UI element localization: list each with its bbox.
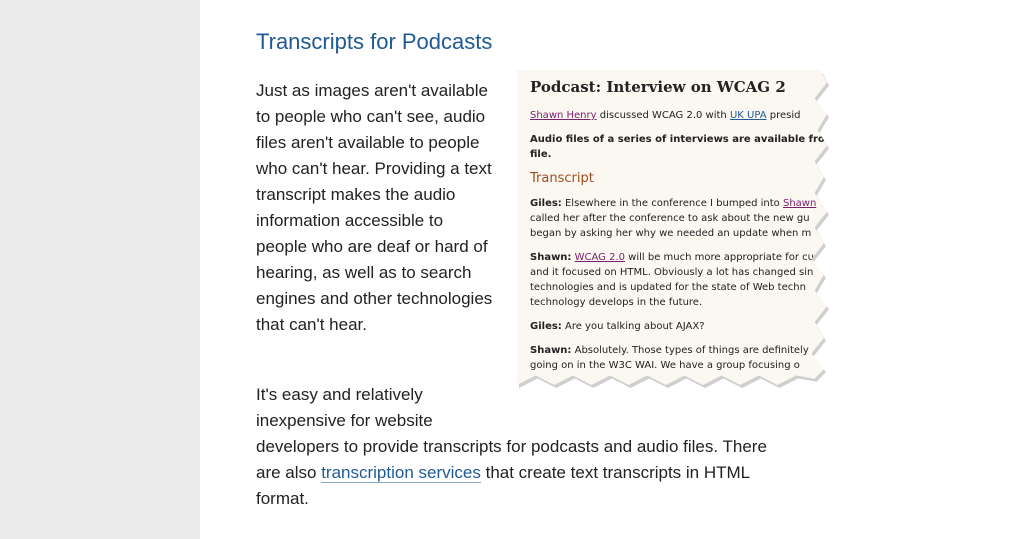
section-title: Transcripts for Podcasts: [256, 29, 493, 54]
screenshot-intro: Shawn Henry discussed WCAG 2.0 with UK U…: [530, 108, 827, 123]
screenshot-link-wcag: WCAG 2.0: [574, 252, 625, 263]
screenshot-intro-mid: discussed WCAG 2.0 with: [596, 110, 730, 121]
screenshot-link-shawn: Shawn: [782, 198, 817, 209]
screenshot-giles-1: Giles: Elsewhere in the conference I bum…: [530, 196, 827, 241]
screenshot-title: Podcast: Interview on WCAG 2: [530, 78, 786, 96]
giles2-text: Are you talking about AJAX?: [561, 321, 705, 332]
left-sidebar: [0, 0, 200, 539]
shawn1-line-3: technologies and is updated for the stat…: [530, 282, 806, 293]
speaker-label: Giles:: [530, 198, 562, 209]
giles1-line-3: began by asking her why we needed an upd…: [530, 228, 812, 239]
audio-line-1: Audio files of a series of interviews ar…: [530, 134, 827, 145]
screenshot-transcript-heading: Transcript: [530, 171, 594, 186]
screenshot-shawn-2: Shawn: Absolutely. Those types of things…: [530, 343, 827, 373]
audio-line-2: file.: [530, 149, 552, 160]
speaker-label: Giles:: [530, 321, 562, 332]
shawn1-line-4: technology develops in the future.: [530, 297, 703, 308]
transcript-screenshot-image: Podcast: Interview on WCAG 2 Shawn Henry…: [517, 70, 827, 385]
giles1-line-1: Elsewhere in the conference I bumped int…: [561, 198, 783, 209]
screenshot-audio-note: Audio files of a series of interviews ar…: [530, 132, 827, 162]
screenshot-shawn-1: Shawn: WCAG 2.0 will be much more approp…: [530, 250, 827, 310]
intro-paragraph: Just as images aren't available to peopl…: [256, 81, 493, 334]
transcription-services-link[interactable]: transcription services: [321, 463, 481, 483]
screenshot-link-shawn-henry: Shawn Henry: [530, 110, 597, 121]
screenshot-link-uk-upa: UK UPA: [729, 110, 767, 121]
shawn2-line-1: Absolutely. Those types of things are de…: [571, 345, 809, 356]
speaker-label: Shawn:: [530, 252, 572, 263]
para2-line-b: inexpensive for website: [256, 411, 433, 430]
shawn2-line-2: going on in the W3C WAI. We have a group…: [530, 360, 800, 371]
screenshot-intro-end: presid: [766, 110, 801, 121]
shawn1-line-2: and it focused on HTML. Obviously a lot …: [530, 267, 814, 278]
speaker-label: Shawn:: [530, 345, 572, 356]
giles1-line-2: called her after the conference to ask a…: [530, 213, 810, 224]
screenshot-giles-2: Giles: Are you talking about AJAX?: [530, 319, 827, 334]
para2-line-a: It's easy and relatively: [256, 385, 423, 404]
transcription-paragraph: It's easy and relatively inexpensive for …: [256, 382, 796, 512]
shawn1-line-1: will be much more appropriate for cu: [625, 252, 814, 263]
